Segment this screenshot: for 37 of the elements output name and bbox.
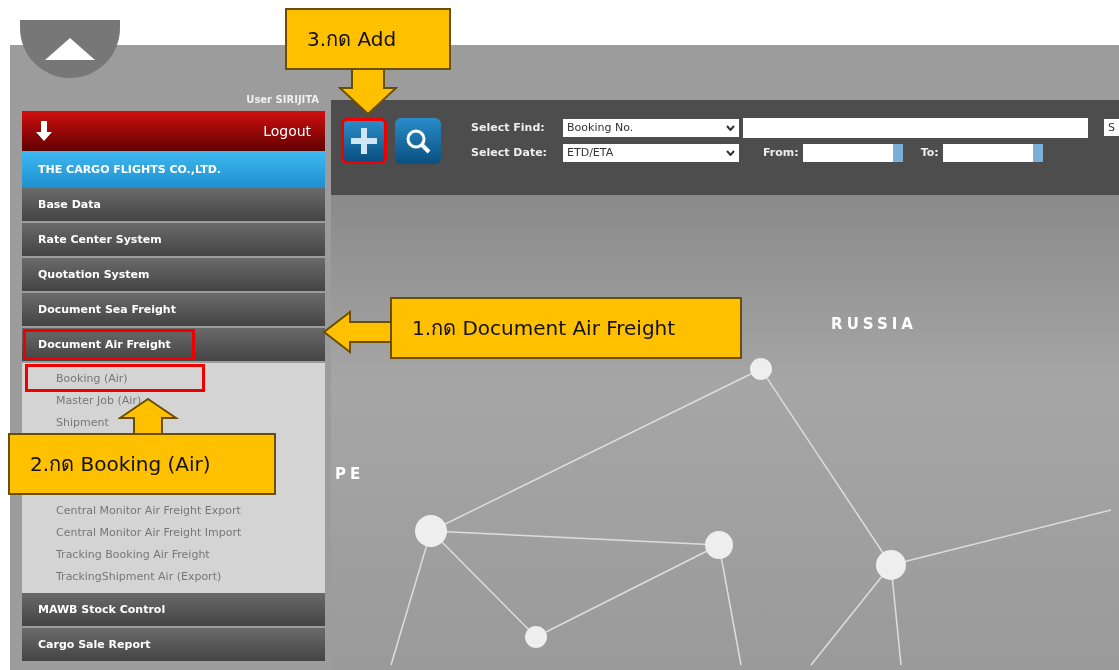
menu-item[interactable]: Base Data <box>22 188 326 221</box>
menu-item[interactable]: Quotation System <box>22 258 326 291</box>
menu-item[interactable]: Cargo Sale Report <box>22 628 326 661</box>
menu-item[interactable]: Rate Center System <box>22 223 326 256</box>
cut-text: S <box>1104 119 1119 136</box>
menu-item[interactable]: Document Sea Freight <box>22 293 326 326</box>
from-label: From: <box>763 146 799 159</box>
to-label: To: <box>920 146 939 159</box>
chevron-icon <box>726 149 735 156</box>
select-date-label: Select Date: <box>471 146 547 159</box>
from-date-field[interactable] <box>802 143 903 162</box>
down-arrow-icon <box>36 121 52 141</box>
map-label: RUSSIA <box>831 315 917 333</box>
plus-icon <box>351 127 378 154</box>
search-field[interactable] <box>743 117 1088 138</box>
date-dropdown[interactable]: ETD/ETA <box>563 143 739 162</box>
add-button[interactable] <box>341 117 388 164</box>
find-dropdown[interactable]: Booking No. <box>563 118 739 137</box>
select-find-label: Select Find: <box>471 121 546 134</box>
chevron-icon <box>726 124 735 131</box>
search-button[interactable] <box>395 117 442 164</box>
logout-button[interactable]: Logout <box>22 111 326 151</box>
company-name: THE CARGO FLIGHTS CO.,LTD. <box>22 151 326 188</box>
callout-box: 2.กด Booking (Air) <box>8 433 276 495</box>
callout-box: 3.กด Add <box>285 8 451 70</box>
callout-arrow <box>118 398 180 435</box>
search-icon <box>405 127 432 154</box>
calendar-icon[interactable] <box>1032 143 1043 162</box>
to-date-field[interactable] <box>942 143 1043 162</box>
map-label: PE <box>335 465 365 483</box>
menu-item[interactable]: MAWB Stock Control <box>22 593 326 626</box>
menu-item[interactable]: Document Air Freight <box>22 328 326 361</box>
callout-box: 1.กด Document Air Freight <box>390 297 742 359</box>
user-label: User SIRIJITA <box>246 94 320 105</box>
calendar-icon[interactable] <box>892 143 903 162</box>
callout-arrow <box>338 68 398 116</box>
triangle-icon <box>45 38 95 60</box>
